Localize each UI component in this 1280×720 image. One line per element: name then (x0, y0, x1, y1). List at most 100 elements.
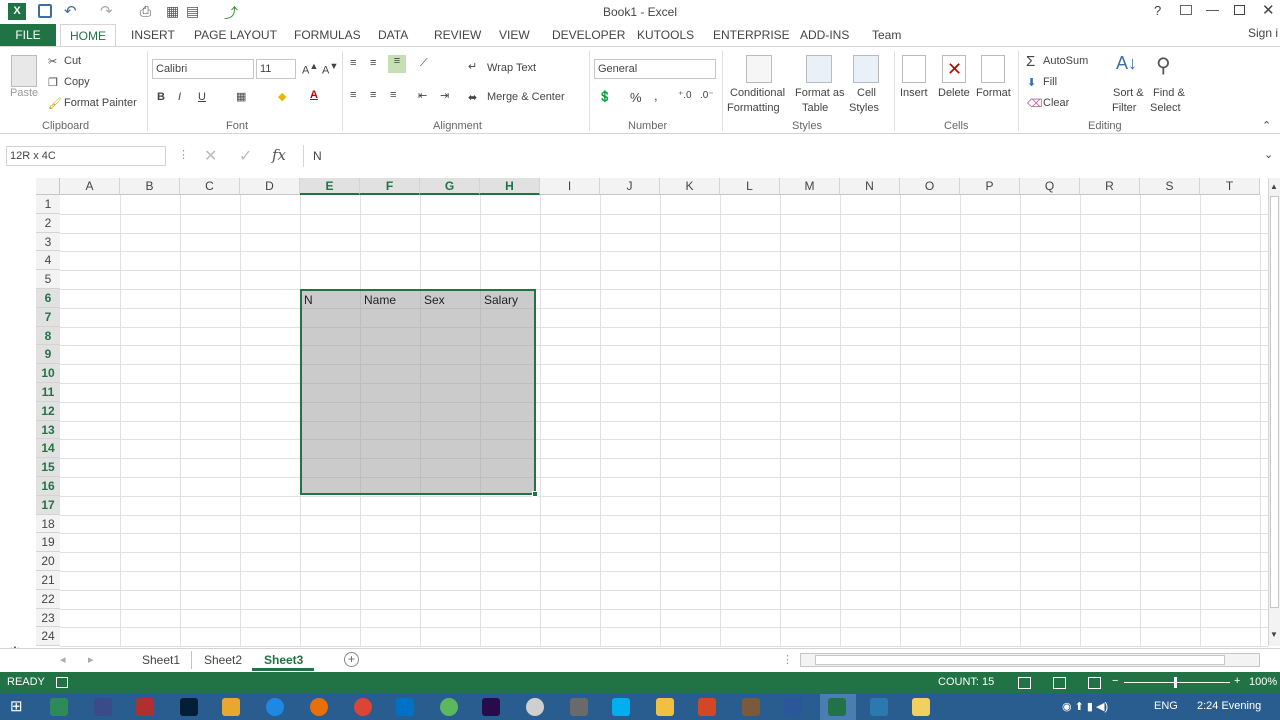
middle-align-icon[interactable]: ≡ (370, 57, 376, 69)
powerpoint-icon[interactable] (698, 698, 716, 716)
format-button[interactable]: Format (976, 87, 1011, 99)
shrink-font-icon[interactable]: A▼ (322, 61, 338, 77)
row-header-11[interactable]: 11 (36, 383, 60, 402)
column-header-i[interactable]: I (540, 178, 600, 195)
language-indicator[interactable]: ENG (1154, 700, 1178, 712)
underline-button[interactable]: U (198, 91, 206, 103)
tab-data[interactable]: DATA (378, 28, 408, 42)
fill-color-icon[interactable]: ◆ (278, 90, 286, 103)
align-center-icon[interactable]: ≡ (370, 89, 376, 101)
word-icon[interactable] (784, 698, 802, 716)
row-header-19[interactable]: 19 (36, 533, 60, 553)
sheet-tab-2[interactable]: Sheet2 (204, 653, 242, 667)
font-color-button[interactable]: A (310, 89, 318, 101)
tab-insert[interactable]: INSERT (131, 28, 175, 42)
next-sheet-icon[interactable]: ▸ (88, 653, 94, 666)
paste-button[interactable]: Paste (10, 87, 38, 99)
page-layout-view-icon[interactable] (1053, 677, 1066, 689)
cell-g6[interactable]: Sex (424, 293, 445, 307)
tab-developer[interactable]: DEVELOPER (552, 28, 625, 42)
borders-icon[interactable]: ▦ (236, 90, 246, 103)
fill-icon[interactable]: ⬇ (1027, 76, 1036, 89)
column-header-c[interactable]: C (180, 178, 240, 195)
folder-icon[interactable] (912, 698, 930, 716)
format-cells-icon[interactable] (981, 55, 1005, 83)
column-header-s[interactable]: S (1140, 178, 1200, 195)
row-header-22[interactable]: 22 (36, 589, 60, 609)
confirm-entry-icon[interactable]: ✓ (239, 146, 252, 166)
format-painter-icon[interactable]: 🖌 (48, 97, 62, 110)
app-icon-10[interactable] (440, 698, 458, 716)
row-header-18[interactable]: 18 (36, 514, 60, 534)
increase-indent-icon[interactable]: ⇥ (440, 89, 449, 102)
clipboard-icon[interactable] (11, 55, 37, 87)
horizontal-scroll-thumb[interactable] (815, 655, 1225, 665)
tab-file[interactable]: FILE (0, 24, 56, 46)
row-header-17[interactable]: 17 (36, 495, 60, 515)
name-box[interactable]: 12R x 4C (6, 146, 166, 166)
number-format-select[interactable]: General (594, 59, 716, 79)
row-header-8[interactable]: 8 (36, 326, 60, 346)
row-header-13[interactable]: 13 (36, 420, 60, 440)
column-header-g[interactable]: G (420, 178, 480, 195)
ribbon-display-icon[interactable] (1180, 5, 1192, 15)
row-header-10[interactable]: 10 (36, 364, 60, 383)
accounting-format-icon[interactable]: 💲 (598, 90, 612, 103)
selected-range[interactable] (300, 289, 536, 495)
find-select-label2[interactable]: Select (1150, 102, 1181, 114)
windows-start-icon[interactable]: ⊞ (10, 697, 23, 715)
align-right-icon[interactable]: ≡ (390, 89, 396, 101)
delete-button[interactable]: Delete (938, 87, 970, 99)
column-header-e[interactable]: E (300, 178, 360, 195)
bold-button[interactable]: B (157, 91, 165, 103)
app-icon-12[interactable] (526, 698, 544, 716)
row-header-2[interactable]: 2 (36, 213, 60, 233)
wrap-text-button[interactable]: Wrap Text (487, 62, 536, 74)
column-header-k[interactable]: K (660, 178, 720, 195)
tab-view[interactable]: VIEW (499, 28, 530, 42)
delete-cells-icon[interactable]: ✕ (942, 55, 966, 83)
tab-formulas[interactable]: FORMULAS (294, 28, 361, 42)
find-select-label[interactable]: Find & (1153, 87, 1185, 99)
tab-enterprise[interactable]: ENTERPRISE (713, 28, 790, 42)
column-header-l[interactable]: L (720, 178, 780, 195)
grow-font-icon[interactable]: A▲ (302, 61, 318, 77)
sort-filter-label[interactable]: Sort & (1113, 87, 1144, 99)
column-header-q[interactable]: Q (1020, 178, 1080, 195)
align-left-icon[interactable]: ≡ (350, 89, 356, 101)
copy-button[interactable]: Copy (64, 76, 90, 88)
format-as-table-label2[interactable]: Table (802, 102, 828, 114)
minimize-icon[interactable]: — (1206, 2, 1219, 17)
app-icon-1[interactable] (50, 698, 68, 716)
cell-h6[interactable]: Salary (484, 293, 518, 307)
photoshop-icon[interactable] (180, 698, 198, 716)
restore-icon[interactable] (1234, 5, 1245, 15)
zoom-in-icon[interactable]: + (1234, 675, 1240, 687)
ie-icon[interactable] (266, 698, 284, 716)
formula-input[interactable]: N (313, 149, 322, 163)
cut-button[interactable]: Cut (64, 55, 81, 67)
tab-add-ins[interactable]: ADD-INS (800, 28, 849, 42)
firefox-icon[interactable] (310, 698, 328, 716)
wrap-text-icon[interactable]: ↵ (468, 60, 477, 73)
skype-icon[interactable] (612, 698, 630, 716)
cell-styles-icon[interactable] (853, 55, 879, 83)
conditional-formatting-icon[interactable] (746, 55, 772, 83)
worksheet-grid[interactable]: ABCDEFGHIJKLMNOPQRST 1 2 3 4 5 6 7 8 9 10 11 12 13 14… (0, 178, 1268, 717)
app-icon-5[interactable] (222, 698, 240, 716)
percent-button[interactable]: % (630, 90, 642, 105)
cell-e6[interactable]: N (304, 293, 313, 307)
cell-f6[interactable]: Name (364, 293, 396, 307)
fill-handle[interactable] (532, 491, 538, 497)
column-header-o[interactable]: O (900, 178, 960, 195)
explorer-icon[interactable] (656, 698, 674, 716)
row-header-14[interactable]: 14 (36, 439, 60, 459)
tab-review[interactable]: REVIEW (434, 28, 481, 42)
format-as-table-icon[interactable] (806, 55, 832, 83)
tab-team[interactable]: Team (872, 28, 901, 42)
conditional-formatting-label2[interactable]: Formatting (727, 102, 780, 114)
sheet-tab-3[interactable]: Sheet3 (264, 653, 303, 667)
outlook-icon[interactable] (396, 698, 414, 716)
cancel-entry-icon[interactable]: ✕ (204, 146, 217, 166)
row-header-23[interactable]: 23 (36, 608, 60, 628)
